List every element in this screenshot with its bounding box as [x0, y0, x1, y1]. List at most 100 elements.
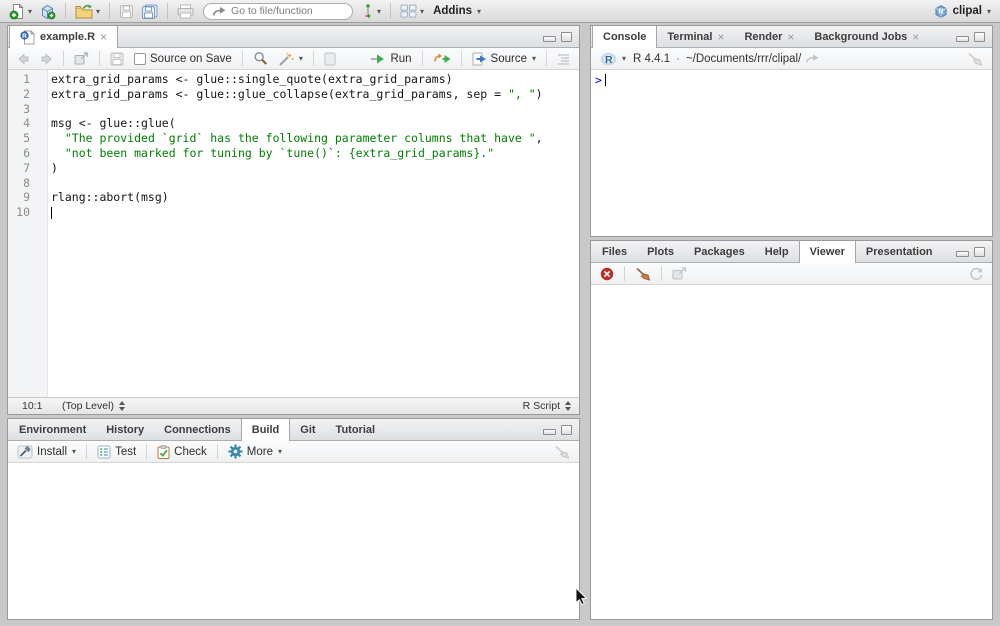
source-on-save-toggle[interactable]: Source on Save [131, 52, 235, 66]
tab-help[interactable]: Help [755, 241, 799, 262]
back-button[interactable] [14, 52, 33, 66]
tab-git[interactable]: Git [290, 419, 325, 440]
tab-plots[interactable]: Plots [637, 241, 684, 262]
viewer-popout-button[interactable] [669, 266, 690, 281]
tab-files[interactable]: Files [592, 241, 637, 262]
maximize-pane-button[interactable] [974, 32, 985, 42]
file-type-selector[interactable]: R Script [523, 400, 571, 412]
run-button[interactable]: Run [366, 52, 414, 66]
open-file-button[interactable]: ▾ [73, 3, 102, 20]
check-label: Check [174, 446, 207, 458]
project-menu-button[interactable]: R clipal ▾ [931, 3, 993, 20]
close-icon[interactable]: × [912, 32, 919, 42]
tab-packages[interactable]: Packages [684, 241, 755, 262]
code-line-8[interactable]: 8 [8, 176, 579, 191]
tab-tutorial[interactable]: Tutorial [326, 419, 386, 440]
code-tools-button[interactable]: ▾ [275, 51, 306, 67]
test-button[interactable]: Test [94, 444, 139, 460]
code-line-9[interactable]: 9rlang::abort(msg) [8, 190, 579, 205]
console-input-area[interactable]: > [591, 70, 992, 236]
new-file-button[interactable]: ▾ [7, 2, 34, 21]
toolbar-separator [146, 444, 147, 459]
report-page-icon [324, 52, 336, 66]
find-replace-button[interactable] [250, 50, 271, 67]
open-in-new-window-button[interactable] [71, 51, 92, 66]
code-line-1[interactable]: 1extra_grid_params <- glue::single_quote… [8, 72, 579, 87]
print-button[interactable] [175, 3, 196, 20]
scope-selector[interactable]: (Top Level) [62, 400, 125, 412]
version-control-button[interactable]: ▾ [360, 2, 383, 20]
maximize-pane-button[interactable] [561, 32, 572, 42]
tab-terminal[interactable]: Terminal× [657, 26, 734, 47]
tab-environment[interactable]: Environment [9, 419, 96, 440]
file-type-label: R Script [523, 400, 560, 412]
check-button[interactable]: Check [154, 444, 210, 460]
line-number: 9 [8, 190, 39, 205]
addins-button[interactable]: Addins ▾ [429, 4, 483, 18]
source-button[interactable]: Source ▾ [469, 51, 539, 67]
chevron-down-icon[interactable]: ▾ [420, 7, 424, 16]
install-button[interactable]: Install ▾ [14, 444, 79, 460]
code-line-5[interactable]: 5 "The provided `grid` has the following… [8, 131, 579, 146]
tab-background-jobs[interactable]: Background Jobs× [804, 26, 929, 47]
maximize-pane-button[interactable] [561, 425, 572, 435]
new-project-button[interactable] [37, 2, 58, 21]
tab-presentation[interactable]: Presentation [856, 241, 943, 262]
chevron-down-icon[interactable]: ▾ [28, 7, 32, 16]
r-version-menu[interactable]: R ▾ [597, 51, 629, 67]
goto-directory-icon[interactable] [805, 53, 819, 64]
save-button[interactable] [117, 3, 136, 20]
code-line-3[interactable]: 3 [8, 102, 579, 117]
pane-window-buttons [543, 26, 572, 48]
line-number: 8 [8, 176, 39, 191]
tab-console[interactable]: Console [592, 26, 657, 48]
tab-example-r[interactable]: R example.R × [9, 26, 118, 48]
code-line-10[interactable]: 10 [8, 205, 579, 220]
chevron-down-icon[interactable]: ▾ [299, 54, 303, 63]
clear-viewer-button[interactable] [597, 266, 617, 282]
tab-connections[interactable]: Connections [154, 419, 241, 440]
chevron-down-icon[interactable]: ▾ [96, 7, 100, 16]
save-file-button[interactable] [107, 51, 127, 67]
code-line-2[interactable]: 2extra_grid_params <- glue::glue_collaps… [8, 87, 579, 102]
maximize-pane-button[interactable] [974, 247, 985, 257]
goto-file-function-box[interactable] [203, 3, 353, 20]
chevron-down-icon[interactable]: ▾ [72, 447, 76, 456]
chevron-down-icon[interactable]: ▾ [622, 54, 626, 63]
code-editor[interactable]: 1extra_grid_params <- glue::single_quote… [8, 70, 579, 397]
tab-build[interactable]: Build [241, 419, 291, 441]
rerun-button[interactable] [430, 52, 454, 66]
workspace-panes-button[interactable]: ▾ [398, 3, 426, 19]
source-on-save-checkbox[interactable] [134, 53, 146, 65]
refresh-viewer-button[interactable] [966, 266, 986, 282]
close-icon[interactable]: × [717, 32, 724, 42]
more-button[interactable]: More ▾ [225, 443, 285, 460]
chevron-down-icon[interactable]: ▾ [377, 7, 381, 16]
minimize-pane-button[interactable] [956, 36, 969, 42]
clear-console-button[interactable] [964, 51, 986, 67]
tab-render[interactable]: Render× [734, 26, 804, 47]
code-line-4[interactable]: 4msg <- glue::glue( [8, 116, 579, 131]
close-icon[interactable]: × [100, 32, 107, 42]
code-line-6[interactable]: 6 "not been marked for tuning by `tune()… [8, 146, 579, 161]
minimize-pane-button[interactable] [543, 429, 556, 435]
minimize-pane-button[interactable] [543, 36, 556, 42]
clear-build-button[interactable] [551, 444, 573, 460]
forward-button[interactable] [37, 52, 56, 66]
save-all-button[interactable] [139, 3, 160, 20]
close-icon[interactable]: × [787, 32, 794, 42]
code-line-7[interactable]: 7) [8, 161, 579, 176]
tab-history[interactable]: History [96, 419, 154, 440]
line-number: 3 [8, 102, 39, 117]
separator-dot: · [676, 53, 680, 65]
clear-all-viewer-button[interactable] [632, 266, 654, 282]
tab-viewer[interactable]: Viewer [799, 241, 856, 263]
compile-report-button[interactable] [321, 51, 339, 67]
document-outline-button[interactable] [554, 52, 573, 66]
chevron-down-icon[interactable]: ▾ [278, 447, 282, 456]
minimize-pane-button[interactable] [956, 251, 969, 257]
chevron-down-icon[interactable]: ▾ [532, 54, 536, 63]
goto-file-function-input[interactable] [231, 5, 344, 17]
popout-window-icon [74, 52, 89, 65]
updown-arrows-icon [565, 401, 571, 411]
